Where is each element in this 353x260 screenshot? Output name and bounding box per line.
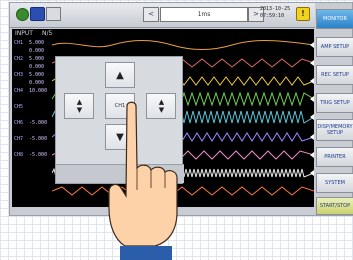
channel-row: CH6 -5.000 xyxy=(14,120,48,126)
channel-row: 0.000 xyxy=(29,48,45,54)
channel-row: 0.000 xyxy=(29,64,45,70)
channel-row: CH1 5.000 xyxy=(14,40,45,46)
app-logo-icon xyxy=(16,8,29,21)
channel-row: 0.000 xyxy=(29,80,45,86)
date-time-readout: 2013-10-25 07:59:10 xyxy=(260,6,294,22)
side-menu: MONITOR AMP SETUP REC SETUP TRIG SETUP D… xyxy=(316,7,353,215)
card-icon[interactable] xyxy=(46,7,61,21)
date-text: 2013-10-25 xyxy=(260,6,291,12)
move-up-button[interactable]: ▲ xyxy=(105,62,135,88)
time-decrease-button[interactable]: < xyxy=(143,7,159,22)
channel-row: CH8 -5.000 xyxy=(14,152,48,158)
menu-start-stop-button[interactable]: START/STOP xyxy=(316,197,353,215)
time-per-div[interactable]: 1ms xyxy=(160,7,248,22)
menu-rec-setup-button[interactable]: REC SETUP xyxy=(316,65,353,85)
expand-arrows-icon: ▲▼ xyxy=(75,98,84,114)
menu-printer-button[interactable]: PRINTER xyxy=(316,147,353,167)
warning-icon[interactable]: ! xyxy=(296,7,310,21)
trace-ch1 xyxy=(52,40,314,50)
channel-row xyxy=(14,95,54,103)
channel-row xyxy=(14,127,54,135)
channel-row xyxy=(14,159,54,167)
channel-row: CH5 xyxy=(14,104,24,110)
channel-scale-list: CH1 5.000 0.000 CH2 5.000 0.000 CH3 5.00… xyxy=(14,39,54,167)
menu-amp-setup-button[interactable]: AMP SETUP xyxy=(316,37,353,57)
menu-monitor-button[interactable]: MONITOR xyxy=(316,9,353,29)
screen-scale-label: N/5 xyxy=(42,30,53,37)
channel-row: CH3 5.000 xyxy=(14,72,45,78)
channel-row: CH2 5.000 xyxy=(14,56,45,62)
pointing-hand-illustration xyxy=(108,101,178,247)
menu-trig-setup-button[interactable]: TRIG SETUP xyxy=(316,93,353,113)
status-bar: < 1ms > 2013-10-25 07:59:10 ! xyxy=(10,3,315,28)
screen-mode-label: INPUT xyxy=(15,30,33,37)
menu-system-button[interactable]: SYSTEM xyxy=(316,173,353,193)
channel-row: CH7 -5.000 xyxy=(14,136,48,142)
expand-vertical-button[interactable]: ▲▼ xyxy=(64,93,94,119)
channel-row xyxy=(14,143,54,151)
storage-icon[interactable] xyxy=(30,7,45,21)
menu-disp-memory-setup-button[interactable]: DISP/MEMORY SETUP xyxy=(316,119,353,141)
channel-row: CH4 10.000 xyxy=(14,88,48,94)
sleeve-cuff xyxy=(120,246,172,260)
time-text: 07:59:10 xyxy=(260,13,285,19)
channel-row xyxy=(14,111,54,119)
